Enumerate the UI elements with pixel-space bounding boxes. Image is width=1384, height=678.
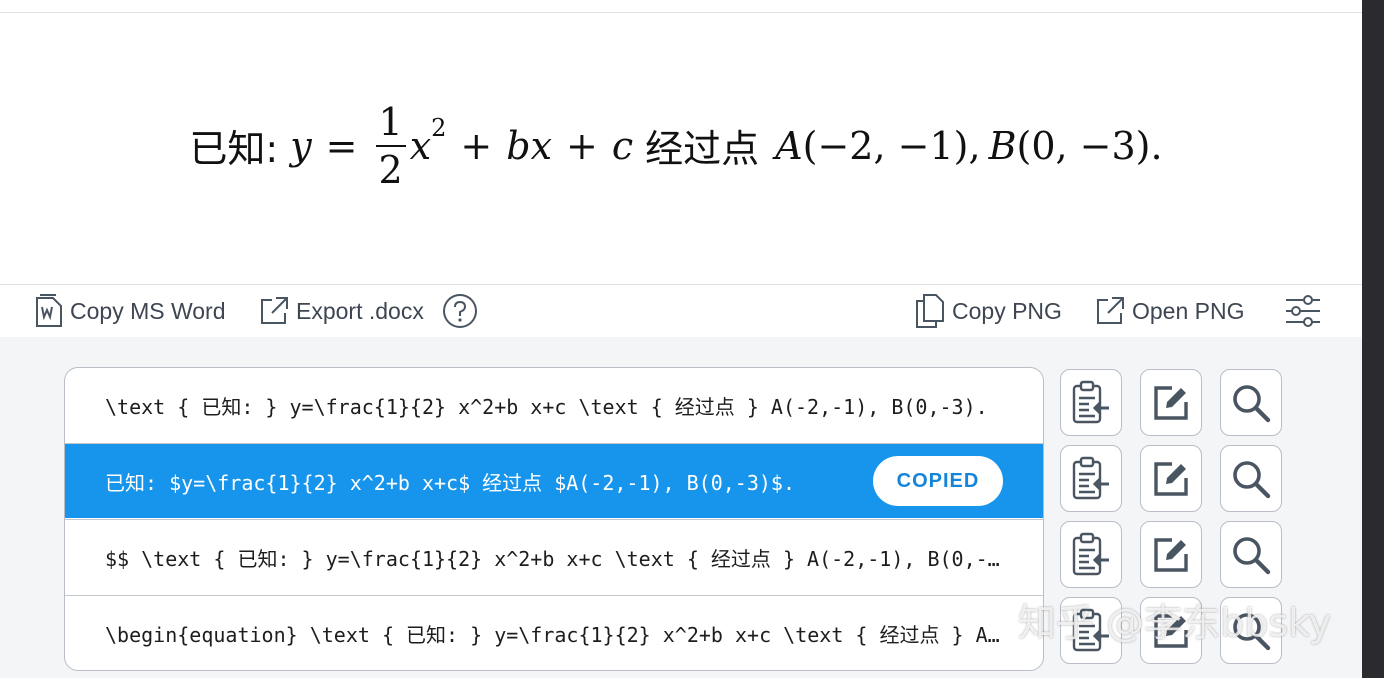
export-docx-button[interactable]: Export .docx bbox=[258, 285, 424, 337]
export-toolbar: Copy MS Word Export .docx Copy PNG Open … bbox=[0, 284, 1362, 338]
search-button[interactable] bbox=[1220, 597, 1282, 664]
eq-equals: = bbox=[325, 123, 358, 168]
search-icon bbox=[1231, 611, 1271, 651]
search-button[interactable] bbox=[1220, 521, 1282, 588]
eq-x: x bbox=[409, 123, 432, 168]
eq-plus-2: + bbox=[566, 123, 598, 168]
search-button[interactable] bbox=[1220, 369, 1282, 436]
eq-exponent: 2 bbox=[431, 113, 447, 142]
result-code: \text { 已知: } y=\frac{1}{2} x^2+b x+c \t… bbox=[105, 395, 988, 419]
edit-icon bbox=[1152, 536, 1190, 574]
eq-mid-text: 经过点 bbox=[645, 127, 760, 171]
eq-denominator: 2 bbox=[378, 147, 403, 192]
eq-point-b: B bbox=[988, 123, 1017, 168]
search-icon bbox=[1231, 459, 1271, 499]
result-row-equation[interactable]: \begin{equation} \text { 已知: } y=\frac{1… bbox=[65, 595, 1043, 670]
sliders-icon bbox=[1284, 294, 1322, 328]
edit-icon bbox=[1152, 612, 1190, 650]
eq-plus-1: + bbox=[460, 123, 493, 168]
eq-y: y bbox=[290, 123, 312, 168]
external-link-icon bbox=[1094, 295, 1126, 327]
paste-icon bbox=[1071, 532, 1111, 578]
external-link-icon bbox=[258, 295, 290, 327]
edit-icon bbox=[1152, 460, 1190, 498]
paste-icon bbox=[1071, 380, 1111, 426]
eq-numerator: 1 bbox=[375, 103, 406, 147]
eq-point-b-args: (0, −3). bbox=[1016, 123, 1163, 168]
search-button[interactable] bbox=[1220, 445, 1282, 512]
edit-button[interactable] bbox=[1140, 521, 1202, 588]
paste-icon bbox=[1071, 456, 1111, 502]
search-icon bbox=[1231, 535, 1271, 575]
edit-button[interactable] bbox=[1140, 369, 1202, 436]
paste-button[interactable] bbox=[1060, 445, 1122, 512]
edit-button[interactable] bbox=[1140, 445, 1202, 512]
copy-icon bbox=[914, 293, 946, 329]
search-icon bbox=[1231, 383, 1271, 423]
paste-button[interactable] bbox=[1060, 521, 1122, 588]
latex-results-panel: \text { 已知: } y=\frac{1}{2} x^2+b x+c \t… bbox=[0, 337, 1362, 678]
edit-button[interactable] bbox=[1140, 597, 1202, 664]
result-code: $$ \text { 已知: } y=\frac{1}{2} x^2+b x+c… bbox=[105, 546, 1001, 571]
paste-icon bbox=[1071, 608, 1111, 654]
eq-prefix: 已知: bbox=[189, 127, 279, 171]
settings-button[interactable] bbox=[1284, 285, 1322, 337]
window-edge bbox=[1362, 0, 1384, 678]
result-code: \begin{equation} \text { 已知: } y=\frac{1… bbox=[105, 622, 1001, 647]
copied-badge: COPIED bbox=[873, 456, 1003, 506]
result-row-inline-math[interactable]: 已知: $y=\frac{1}{2} x^2+b x+c$ 经过点 $A(-2,… bbox=[65, 443, 1043, 518]
copy-ms-word-label: Copy MS Word bbox=[70, 297, 226, 324]
result-row-text[interactable]: \text { 已知: } y=\frac{1}{2} x^2+b x+c \t… bbox=[65, 368, 1043, 443]
paste-button[interactable] bbox=[1060, 369, 1122, 436]
help-button[interactable] bbox=[442, 285, 478, 337]
copy-png-label: Copy PNG bbox=[952, 297, 1062, 324]
eq-bx: bx bbox=[506, 123, 553, 168]
export-docx-label: Export .docx bbox=[296, 297, 424, 324]
eq-point-a: A bbox=[775, 123, 803, 168]
latex-results-list: \text { 已知: } y=\frac{1}{2} x^2+b x+c \t… bbox=[64, 367, 1044, 671]
open-png-button[interactable]: Open PNG bbox=[1094, 285, 1245, 337]
question-circle-icon bbox=[442, 293, 478, 329]
formula-preview: 已知: y = 1 2 x 2 + bx + c 经过点 A (−2, −1),… bbox=[0, 13, 1362, 284]
edit-icon bbox=[1152, 384, 1190, 422]
result-row-display-math[interactable]: $$ \text { 已知: } y=\frac{1}{2} x^2+b x+c… bbox=[65, 519, 1043, 594]
result-code: 已知: $y=\frac{1}{2} x^2+b x+c$ 经过点 $A(-2,… bbox=[105, 470, 796, 495]
copy-ms-word-button[interactable]: Copy MS Word bbox=[34, 285, 226, 337]
eq-point-a-args: (−2, −1), bbox=[802, 123, 981, 168]
word-doc-icon bbox=[34, 293, 64, 329]
rendered-equation: 已知: y = 1 2 x 2 + bx + c 经过点 A (−2, −1),… bbox=[189, 103, 1162, 189]
eq-fraction: 1 2 bbox=[375, 103, 406, 192]
copy-png-button[interactable]: Copy PNG bbox=[914, 285, 1062, 337]
open-png-label: Open PNG bbox=[1132, 297, 1245, 324]
eq-c: c bbox=[611, 123, 634, 168]
paste-button[interactable] bbox=[1060, 597, 1122, 664]
